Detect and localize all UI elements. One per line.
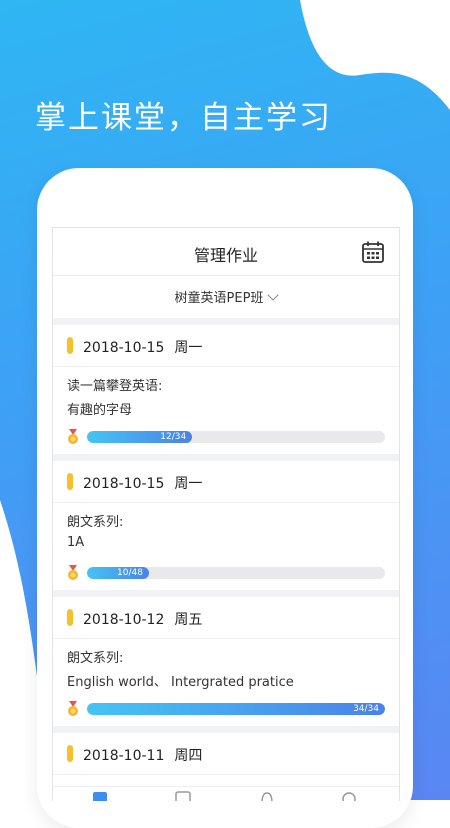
app-screen: 管理作业 树童英语PEP班 2018-10-15 周一 读一篇攀登英语: 有趣的字… <box>52 227 400 801</box>
assignment-series: 读一篇攀登英语: <box>67 379 163 394</box>
chevron-down-icon <box>267 289 280 301</box>
progress-text: 12/34 <box>160 432 187 442</box>
assignment-date: 2018-10-11 <box>83 748 165 764</box>
calendar-icon[interactable] <box>361 240 385 264</box>
assignment-weekday: 周一 <box>174 340 203 356</box>
tagline: 掌上课堂，自主学习 <box>35 100 332 136</box>
assignment-date-row: 2018-10-12 周五 <box>53 597 399 639</box>
assignment-card[interactable]: 2018-10-15 周一 朗文系列: 1A 10/48 <box>53 461 399 590</box>
bell-icon[interactable] <box>259 790 275 801</box>
page-title: 管理作业 <box>193 246 258 265</box>
accent-bar <box>67 337 73 354</box>
progress-bar: 34/34 <box>87 703 385 715</box>
assignment-date: 2018-10-12 <box>83 612 165 628</box>
assignment-title: English world、 Intergrated pratice <box>67 675 294 690</box>
accent-bar <box>67 745 73 762</box>
homework-icon[interactable] <box>92 790 108 801</box>
assignment-weekday: 周一 <box>174 476 203 492</box>
medal-icon <box>68 701 78 716</box>
medal-icon <box>68 429 78 444</box>
assignment-series: 朗文系列: <box>67 515 124 530</box>
progress-bar: 12/34 <box>87 431 385 443</box>
progress-text: 10/48 <box>117 568 143 578</box>
assignment-date: 2018-10-15 <box>83 476 165 492</box>
accent-bar <box>67 609 73 626</box>
tab-bar <box>53 786 399 801</box>
divider <box>53 590 399 597</box>
class-selector[interactable]: 树童英语PEP班 <box>53 276 399 318</box>
assignment-card[interactable]: 2018-10-12 周五 朗文系列: English world、 Interg… <box>53 597 399 726</box>
assignment-title: 1A <box>67 535 85 550</box>
assignment-date-row: 2018-10-15 周一 <box>53 461 399 503</box>
divider <box>53 726 399 733</box>
assignment-weekday: 周五 <box>174 612 203 628</box>
assignment-date-row: 2018-10-15 周一 <box>53 325 399 367</box>
assignment-date-row: 2018-10-11 周四 <box>53 733 399 775</box>
assignment-weekday: 周四 <box>174 748 203 764</box>
progress-text: 34/34 <box>353 704 379 714</box>
class-name: 树童英语PEP班 <box>174 291 264 306</box>
assignment-title: 有趣的字母 <box>67 403 133 418</box>
header: 管理作业 <box>53 228 399 276</box>
progress-bar: 10/48 <box>87 567 385 579</box>
assignment-card[interactable]: 2018-10-11 周四 <box>53 733 399 775</box>
accent-bar <box>67 473 73 490</box>
assignment-date: 2018-10-15 <box>83 340 165 356</box>
divider <box>53 454 399 461</box>
calendar-check-icon[interactable] <box>175 790 191 801</box>
divider <box>53 318 399 325</box>
profile-icon[interactable] <box>341 790 357 801</box>
medal-icon <box>68 565 78 580</box>
assignment-card[interactable]: 2018-10-15 周一 读一篇攀登英语: 有趣的字母 12/34 <box>53 325 399 454</box>
assignment-series: 朗文系列: <box>67 651 124 666</box>
